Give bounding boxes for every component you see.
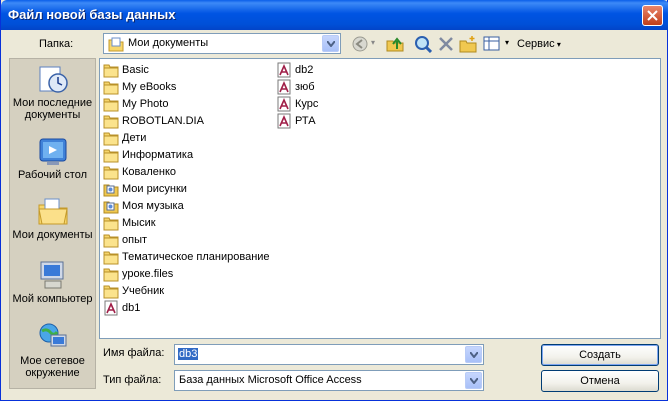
filename-label: Имя файла: [103, 347, 165, 359]
file-name: уроке.files [122, 268, 174, 280]
folder-icon [103, 64, 119, 78]
chevron-down-icon [470, 378, 478, 384]
network-places-icon [39, 323, 66, 347]
places-bar: Мои последние документы Рабочий стол Мои… [9, 58, 96, 389]
tools-label: Сервис [517, 38, 555, 50]
file-name: Коваленко [122, 166, 177, 178]
folder-icon [103, 98, 119, 112]
views-icon[interactable] [483, 35, 501, 53]
file-name: РТА [295, 115, 316, 127]
chevron-down-icon [327, 41, 335, 47]
my-documents-icon [37, 198, 68, 225]
search-web-icon[interactable] [414, 35, 432, 53]
views-dropdown-icon[interactable]: ▾ [505, 38, 509, 47]
folder-icon [103, 234, 119, 248]
folder-icon [103, 149, 119, 163]
file-list[interactable]: Basic My eBooks My Photo ROBOTLAN.DIA Дети Ин… [99, 58, 661, 339]
place-label: Мой компьютер [12, 293, 93, 305]
tools-menu[interactable]: Сервис ▾ [517, 38, 561, 50]
folder-icon [103, 81, 119, 95]
folder-icon [103, 268, 119, 282]
file-name: Учебник [122, 285, 165, 297]
file-new-database-dialog: Файл новой базы данных Папка: Мои докуме… [0, 0, 668, 401]
filename-value: db3 [178, 348, 199, 360]
filetype-label: Тип файла: [103, 374, 162, 386]
place-label: Мое сетевое окружение [20, 355, 85, 379]
back-dropdown-icon[interactable]: ▾ [371, 38, 375, 47]
place-my-documents[interactable]: Мои документы [10, 195, 95, 241]
access-database-icon [277, 96, 291, 112]
filename-dropdown-arrow[interactable] [465, 346, 482, 363]
special-folder-icon [103, 184, 119, 197]
close-icon [647, 10, 658, 21]
place-my-computer[interactable]: Мой компьютер [10, 259, 95, 305]
chevron-down-icon [470, 352, 478, 358]
file-name: db1 [122, 302, 141, 314]
folder-icon [103, 285, 119, 299]
file-name: зюб [295, 81, 315, 93]
folder-icon [103, 115, 119, 129]
access-database-icon [104, 300, 118, 316]
file-name: Мысик [122, 217, 156, 229]
folder-value: Мои документы [128, 37, 209, 49]
close-button[interactable] [642, 5, 663, 26]
filetype-combo[interactable]: База данных Microsoft Office Access [174, 370, 484, 391]
access-database-icon [277, 79, 291, 95]
recent-documents-icon [39, 66, 68, 93]
file-name: db2 [295, 64, 314, 76]
file-name: опыт [122, 234, 148, 246]
tools-dropdown-icon: ▾ [554, 40, 561, 49]
delete-icon[interactable] [437, 35, 455, 53]
my-computer-icon [40, 261, 63, 289]
access-database-icon [277, 113, 291, 129]
folder-icon [103, 132, 119, 146]
new-folder-icon[interactable] [459, 35, 477, 53]
create-button[interactable]: Создать [541, 344, 659, 366]
special-folder-icon [103, 201, 119, 214]
my-documents-small-icon [108, 37, 124, 52]
up-one-level-icon[interactable] [386, 35, 404, 53]
place-label: Мои последние документы [12, 97, 93, 121]
place-recent-documents[interactable]: Мои последние документы [10, 63, 95, 121]
title-bar: Файл новой базы данных [1, 0, 668, 30]
filename-dropdown[interactable] [465, 346, 482, 363]
folder-label: Папка: [39, 38, 74, 50]
filename-input[interactable]: db3 [174, 344, 484, 365]
file-name: My eBooks [122, 81, 177, 93]
back-icon[interactable] [351, 35, 369, 53]
cancel-button[interactable]: Отмена [541, 370, 659, 392]
folder-dropdown-arrow[interactable] [322, 35, 339, 52]
place-network[interactable]: Мое сетевое окружение [10, 321, 95, 379]
file-name: Мои рисунки [122, 183, 187, 195]
folder-icon [103, 251, 119, 265]
desktop-icon [39, 138, 66, 165]
file-name: Информатика [122, 149, 194, 161]
filetype-dropdown-arrow[interactable] [465, 372, 482, 389]
file-name: Тематическое планирование [122, 251, 270, 263]
file-name: Моя музыка [122, 200, 184, 212]
file-name: ROBOTLAN.DIA [122, 115, 204, 127]
file-name: My Photo [122, 98, 169, 110]
folder-icon [103, 217, 119, 231]
file-name: Курс [295, 98, 319, 110]
place-label: Мои документы [12, 229, 93, 241]
filetype-value: База данных Microsoft Office Access [179, 374, 362, 386]
folder-icon [103, 166, 119, 180]
access-database-icon [277, 62, 291, 78]
place-label: Рабочий стол [17, 169, 88, 181]
folder-combo[interactable]: Мои документы [103, 33, 341, 54]
file-name: Basic [122, 64, 149, 76]
place-desktop[interactable]: Рабочий стол [10, 135, 95, 181]
file-name: Дети [122, 132, 147, 144]
window-title: Файл новой базы данных [8, 7, 176, 22]
